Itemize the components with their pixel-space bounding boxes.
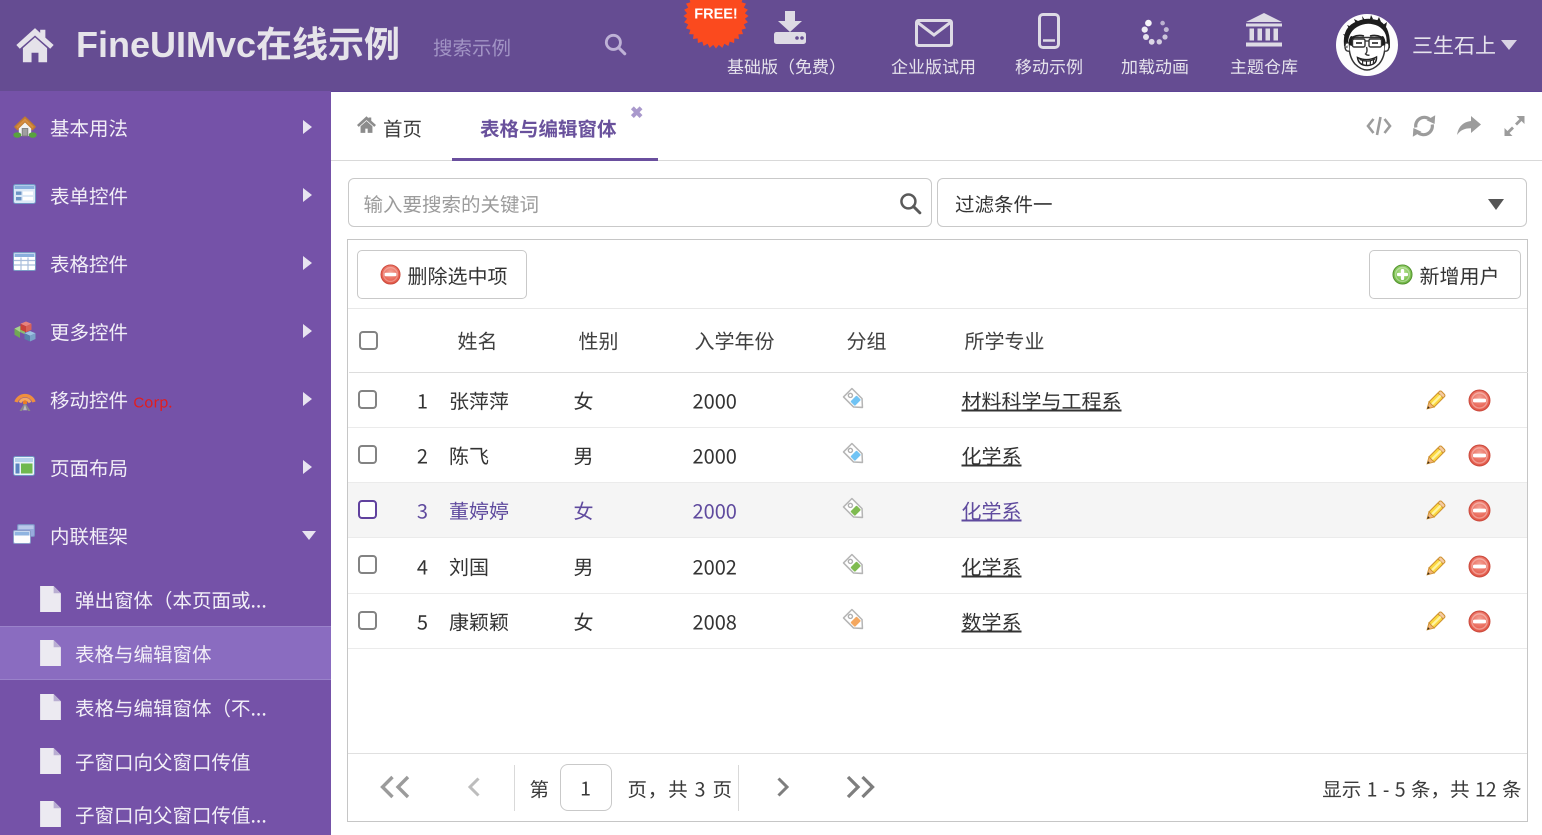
svg-text:FREE!: FREE! (694, 7, 738, 23)
